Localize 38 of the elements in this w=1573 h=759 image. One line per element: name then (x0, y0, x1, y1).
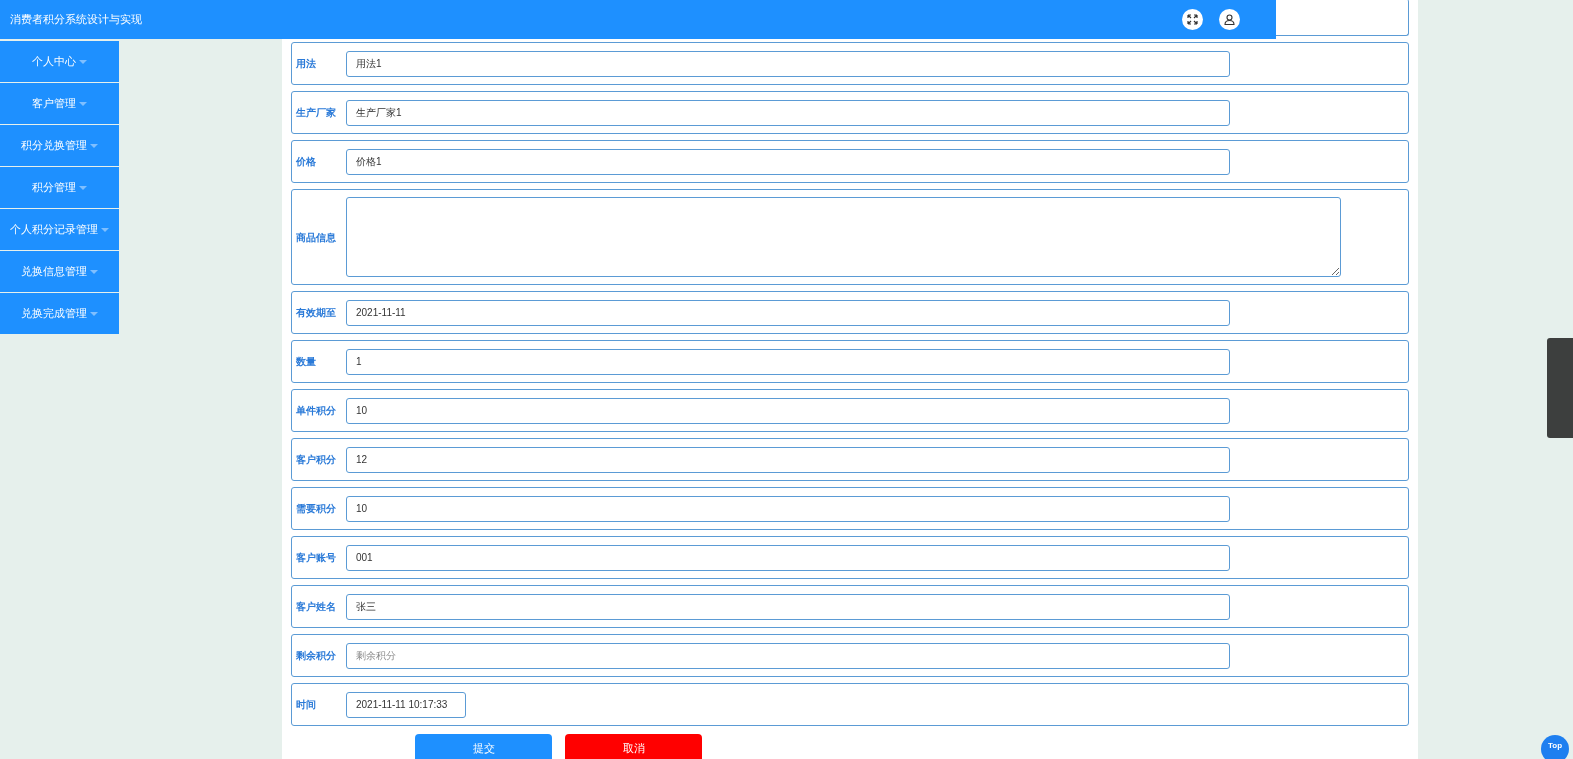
field-label: 数量 (296, 355, 317, 369)
field-label: 时间 (296, 698, 317, 712)
field-label: 客户账号 (296, 551, 337, 565)
field-label: 客户积分 (296, 453, 337, 467)
input-field[interactable]: 1 (346, 348, 1230, 375)
input-field[interactable]: 2021-11-11 10:17:33 (346, 691, 466, 718)
field-label: 剩余积分 (296, 649, 337, 663)
input-field[interactable]: 001 (346, 544, 1230, 571)
caret-icon (79, 185, 87, 190)
input-field[interactable]: 生产厂家1 (346, 99, 1230, 126)
caret-icon (79, 59, 87, 64)
input-field[interactable]: 张三 (346, 593, 1230, 620)
user-icon[interactable] (1219, 9, 1240, 30)
input-field[interactable]: 剩余积分 (346, 642, 1230, 669)
caret-icon (90, 311, 98, 316)
input-field[interactable]: 价格1 (346, 148, 1230, 175)
field-label: 单件积分 (296, 404, 337, 418)
cancel-button[interactable]: 取消 (565, 734, 702, 759)
field-label: 价格 (296, 155, 317, 169)
caret-icon (90, 269, 98, 274)
field-label: 用法 (296, 57, 317, 71)
field-label: 商品信息 (296, 230, 337, 245)
caret-icon (90, 143, 98, 148)
field-label: 生产厂家 (296, 106, 337, 120)
input-field[interactable]: 12 (346, 446, 1230, 473)
caret-icon (79, 101, 87, 106)
input-field[interactable]: 2021-11-11 (346, 299, 1230, 326)
input-field[interactable]: 10 (346, 397, 1230, 424)
field-label: 客户姓名 (296, 600, 337, 614)
app-title: 消费者积分系统设计与实现 (10, 12, 142, 28)
fullscreen-icon[interactable] (1182, 9, 1203, 30)
text-area[interactable] (346, 197, 1341, 277)
caret-icon (101, 227, 109, 232)
field-label: 有效期至 (296, 306, 337, 320)
back-to-top-button[interactable]: Top (1541, 735, 1569, 759)
input-field[interactable]: 用法1 (346, 50, 1230, 77)
input-field[interactable]: 10 (346, 495, 1230, 522)
field-label: 需要积分 (296, 502, 337, 516)
